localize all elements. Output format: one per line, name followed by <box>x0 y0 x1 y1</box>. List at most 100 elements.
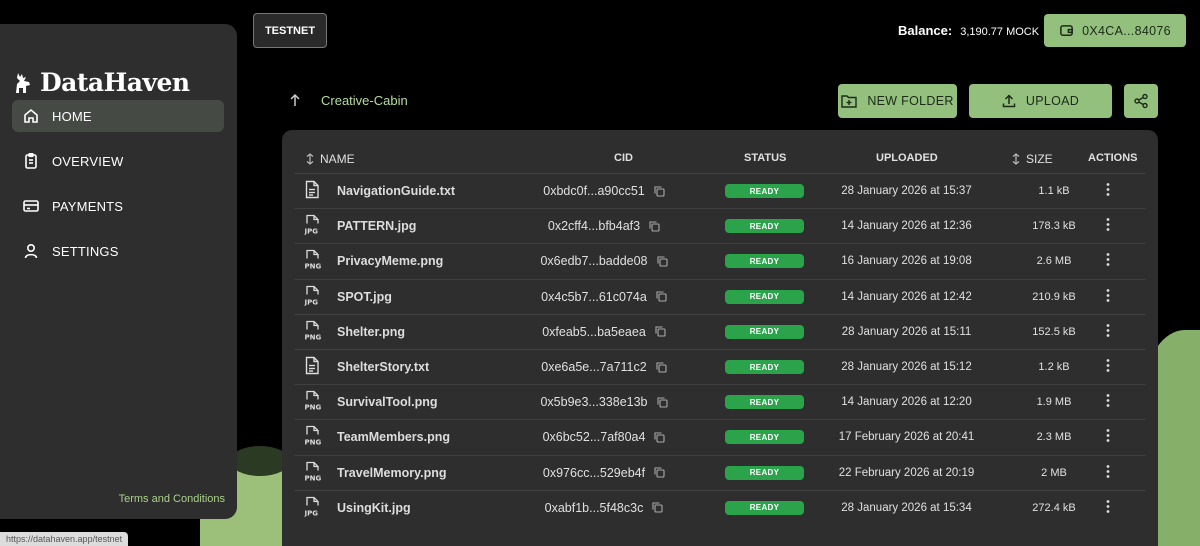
cid-value: 0xbdc0f...a90cc51 <box>543 184 645 199</box>
cid-value: 0xfeab5...ba5eaea <box>542 324 646 339</box>
table-row[interactable]: JPG SPOT.jpg 0x4c5b7...61c074a READY 14 Janu… <box>294 278 1146 314</box>
sidebar-item-label: SETTINGS <box>52 243 119 259</box>
status-badge: READY <box>725 395 804 410</box>
sidebar-item-payments[interactable]: PAYMENTS <box>12 190 224 222</box>
copy-icon[interactable] <box>656 291 667 302</box>
row-actions-button[interactable] <box>1106 183 1110 200</box>
column-header-size[interactable]: SIZE <box>1012 152 1053 166</box>
svg-text:PNG: PNG <box>305 474 322 481</box>
status-badge: READY <box>725 184 804 199</box>
cid-cell: 0x976cc...529eb4f <box>514 466 694 480</box>
copy-icon[interactable] <box>655 326 666 337</box>
cid-value: 0x2cff4...bfb4af3 <box>547 219 641 234</box>
new-folder-label: NEW FOLDER <box>867 94 954 108</box>
sidebar-item-overview[interactable]: OVERVIEW <box>12 145 224 177</box>
file-size: 178.3 kB <box>1032 220 1076 233</box>
uploaded-date: 16 January 2026 at 19:08 <box>841 255 972 268</box>
more-actions-icon <box>1106 288 1110 302</box>
cid-cell: 0x6edb7...badde08 <box>514 254 694 268</box>
browser-status-url: https://datahaven.app/testnet <box>0 532 129 546</box>
file-name[interactable]: TeamMembers.png <box>337 430 450 444</box>
copy-icon[interactable] <box>656 256 668 267</box>
copy-icon[interactable] <box>654 467 665 478</box>
table-row[interactable]: PNG TeamMembers.png 0x6bc52...7af80a4 READY… <box>294 419 1146 454</box>
more-actions-icon <box>1106 183 1110 196</box>
balance-value: 3,190.77 MOCK <box>960 26 1040 38</box>
column-header-name[interactable]: NAME <box>306 152 355 166</box>
cid-cell: 0xabf1b...5f48c3c <box>514 501 694 515</box>
table-row[interactable]: PNG Shelter.png 0xfeab5...ba5eaea READY 28 J… <box>294 313 1146 349</box>
new-folder-button[interactable]: NEW FOLDER <box>838 84 957 118</box>
balance-display: Balance: 3,190.77 MOCK <box>898 23 1039 38</box>
sidebar-item-settings[interactable]: SETTINGS <box>12 235 224 267</box>
copy-icon[interactable] <box>656 397 668 408</box>
file-name[interactable]: PrivacyMeme.png <box>337 254 443 268</box>
sidebar: DataHaven HOME OVERVIEW PAYMENTS SETTING… <box>0 24 237 519</box>
file-type-icon: PNG <box>304 426 322 449</box>
row-actions-button[interactable] <box>1106 464 1110 481</box>
row-actions-button[interactable] <box>1106 253 1110 270</box>
row-actions-button[interactable] <box>1106 218 1110 235</box>
file-size: 1.2 kB <box>1038 361 1070 374</box>
share-icon <box>1134 93 1148 109</box>
column-header-cid: CID <box>614 152 633 164</box>
row-actions-button[interactable] <box>1106 359 1110 376</box>
file-name[interactable]: TravelMemory.png <box>337 466 447 480</box>
share-button[interactable] <box>1124 84 1158 118</box>
file-type-icon: JPG <box>304 285 322 308</box>
uploaded-date: 17 February 2026 at 20:41 <box>838 431 975 444</box>
text-file-icon <box>305 180 319 199</box>
sidebar-item-home[interactable]: HOME <box>12 100 224 132</box>
file-name[interactable]: UsingKit.jpg <box>337 501 411 515</box>
table-header: NAME CID STATUS UPLOADED SIZE ACTIONS <box>282 150 1158 170</box>
copy-icon[interactable] <box>654 432 665 443</box>
table-row[interactable]: ShelterStory.txt 0xe6a5e...7a711c2 READY 28… <box>294 348 1146 384</box>
app-logo[interactable]: DataHaven <box>14 68 190 97</box>
terms-link[interactable]: Terms and Conditions <box>119 493 225 505</box>
cid-cell: 0x6bc52...7af80a4 <box>514 430 694 444</box>
file-name[interactable]: ShelterStory.txt <box>337 360 429 374</box>
cid-value: 0x4c5b7...61c074a <box>541 289 647 304</box>
wallet-button[interactable]: 0X4CA...84076 <box>1044 14 1186 47</box>
row-actions-button[interactable] <box>1106 499 1110 516</box>
file-name[interactable]: NavigationGuide.txt <box>337 184 455 198</box>
more-actions-icon <box>1106 359 1110 372</box>
copy-icon[interactable] <box>656 361 667 373</box>
sidebar-item-label: HOME <box>52 108 92 124</box>
sidebar-item-label: PAYMENTS <box>52 198 124 214</box>
table-row[interactable]: JPG PATTERN.jpg 0x2cff4...bfb4af3 READY 14 J… <box>294 208 1146 243</box>
upload-label: UPLOAD <box>1025 94 1080 108</box>
more-actions-icon <box>1106 429 1110 443</box>
row-actions-button[interactable] <box>1106 323 1110 340</box>
user-icon <box>24 243 38 259</box>
file-name[interactable]: PATTERN.jpg <box>337 219 416 233</box>
svg-text:JPG: JPG <box>304 509 318 516</box>
file-name[interactable]: SurvivalTool.png <box>337 395 437 409</box>
file-name[interactable]: Shelter.png <box>337 325 405 339</box>
copy-icon[interactable] <box>649 221 660 232</box>
row-actions-button[interactable] <box>1106 429 1110 446</box>
status-badge: READY <box>725 324 804 339</box>
png-file-icon: PNG <box>305 250 321 271</box>
file-name[interactable]: SPOT.jpg <box>337 290 392 304</box>
table-row[interactable]: PNG TravelMemory.png 0x976cc...529eb4f READ… <box>294 454 1146 490</box>
status-badge: READY <box>725 289 804 304</box>
network-badge[interactable]: TESTNET <box>253 13 327 48</box>
arrow-up-icon[interactable] <box>289 93 301 107</box>
column-header-status: STATUS <box>744 152 787 164</box>
file-size: 2.6 MB <box>1036 255 1072 268</box>
table-row[interactable]: NavigationGuide.txt 0xbdc0f...a90cc51 READ… <box>294 173 1146 208</box>
uploaded-date: 14 January 2026 at 12:36 <box>841 220 972 233</box>
copy-icon[interactable] <box>654 186 665 197</box>
table-row[interactable]: PNG SurvivalTool.png 0x5b9e3...338e13b READ… <box>294 384 1146 419</box>
table-row[interactable]: JPG UsingKit.jpg 0xabf1b...5f48c3c READY 28 … <box>294 489 1146 525</box>
row-actions-button[interactable] <box>1106 394 1110 411</box>
upload-button[interactable]: UPLOAD <box>969 84 1112 118</box>
breadcrumb[interactable]: Creative-Cabin <box>321 93 408 108</box>
cid-value: 0x976cc...529eb4f <box>542 465 646 480</box>
cid-value: 0x5b9e3...338e13b <box>540 395 648 410</box>
copy-icon[interactable] <box>652 502 663 513</box>
row-actions-button[interactable] <box>1106 288 1110 305</box>
more-actions-icon <box>1106 253 1110 267</box>
table-row[interactable]: PNG PrivacyMeme.png 0x6edb7...badde08 READY… <box>294 243 1146 278</box>
